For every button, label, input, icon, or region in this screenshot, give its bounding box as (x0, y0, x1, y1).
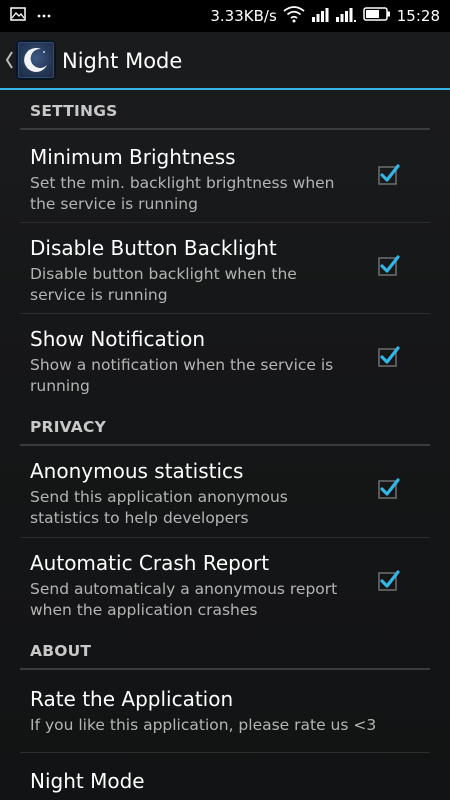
ellipsis-icon (36, 6, 52, 26)
section-header-label: ABOUT (30, 642, 92, 660)
network-speed: 3.33KB/s (210, 7, 277, 25)
section-header-label: PRIVACY (30, 418, 107, 436)
app-title: Night Mode (62, 49, 183, 73)
pref-summary: Show a notification when the service is … (30, 356, 334, 395)
status-bar: 3.33KB/s 15:28 (0, 0, 450, 32)
wifi-icon (283, 5, 305, 27)
pref-show-notification[interactable]: Show Notification Show a notification wh… (20, 314, 430, 406)
pref-title: Anonymous statistics (30, 459, 244, 483)
checkbox-checked[interactable] (378, 569, 400, 591)
signal-3g-icon (335, 5, 357, 27)
pref-rate-application[interactable]: Rate the Application If you like this ap… (20, 672, 430, 753)
moon-icon[interactable] (16, 40, 56, 80)
checkbox-checked[interactable] (378, 477, 400, 499)
action-bar: Night Mode (0, 32, 450, 90)
checkbox-checked[interactable] (378, 345, 400, 367)
pref-title: Rate the Application (30, 687, 234, 711)
pref-summary: Send this application anonymous statisti… (30, 488, 288, 527)
section-header-about: ABOUT (20, 630, 430, 670)
pref-summary: Send automaticaly a anonymous report whe… (30, 580, 338, 619)
pref-about-night-mode[interactable]: Night Mode (20, 753, 430, 800)
pref-title: Minimum Brightness (30, 145, 236, 169)
pref-minimum-brightness[interactable]: Minimum Brightness Set the min. backligh… (20, 132, 430, 223)
battery-icon (363, 6, 391, 26)
image-icon (10, 6, 26, 26)
clock: 15:28 (396, 7, 440, 25)
checkbox-checked[interactable] (378, 254, 400, 276)
pref-disable-button-backlight[interactable]: Disable Button Backlight Disable button … (20, 223, 430, 314)
checkbox-checked[interactable] (378, 163, 400, 185)
chevron-left-icon[interactable] (4, 49, 14, 71)
pref-title: Automatic Crash Report (30, 551, 270, 575)
pref-title: Night Mode (30, 769, 145, 793)
pref-title: Disable Button Backlight (30, 236, 277, 260)
pref-summary: If you like this application, please rat… (30, 716, 377, 734)
section-header-settings: SETTINGS (20, 90, 430, 130)
section-header-label: SETTINGS (30, 102, 118, 120)
pref-automatic-crash-report[interactable]: Automatic Crash Report Send automaticaly… (20, 538, 430, 630)
pref-summary: Disable button backlight when the servic… (30, 265, 297, 304)
pref-anonymous-statistics[interactable]: Anonymous statistics Send this applicati… (20, 446, 430, 538)
preferences-list[interactable]: SETTINGS Minimum Brightness Set the min.… (0, 90, 450, 800)
pref-title: Show Notification (30, 327, 206, 351)
pref-summary: Set the min. backlight brightness when t… (30, 174, 335, 213)
signal-icon (311, 5, 329, 27)
screen: 3.33KB/s 15:28 Night Mode SETTINGS Minim… (0, 0, 450, 800)
section-header-privacy: PRIVACY (20, 406, 430, 446)
